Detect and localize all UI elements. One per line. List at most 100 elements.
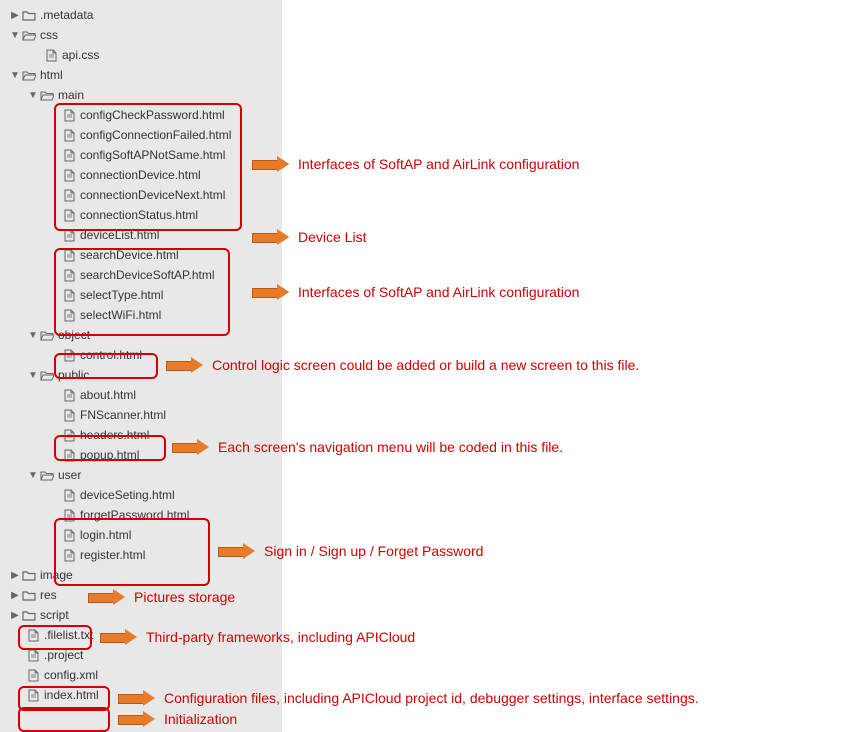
file-icon bbox=[62, 229, 76, 241]
tree-label: configCheckPassword.html bbox=[80, 108, 225, 122]
chevron-down-icon: ▼ bbox=[28, 330, 38, 341]
tree-label: selectType.html bbox=[80, 288, 163, 302]
tree-item-file[interactable]: api.css bbox=[0, 45, 282, 65]
tree-label: searchDevice.html bbox=[80, 248, 179, 262]
folder-open-icon bbox=[22, 29, 36, 41]
file-icon bbox=[62, 489, 76, 501]
file-icon bbox=[62, 209, 76, 221]
tree-label: configConnectionFailed.html bbox=[80, 128, 231, 142]
chevron-down-icon: ▼ bbox=[28, 90, 38, 101]
file-icon bbox=[26, 649, 40, 661]
tree-label: deviceSeting.html bbox=[80, 488, 175, 502]
tree-item-image[interactable]: ▶ image bbox=[0, 565, 282, 585]
tree-item-file[interactable]: searchDevice.html bbox=[0, 245, 282, 265]
folder-closed-icon bbox=[22, 9, 36, 21]
file-icon bbox=[62, 409, 76, 421]
annotation-text: Each screen's navigation menu will be co… bbox=[218, 439, 563, 455]
tree-label: FNScanner.html bbox=[80, 408, 166, 422]
chevron-down-icon: ▼ bbox=[28, 370, 38, 381]
file-icon bbox=[62, 109, 76, 121]
arrow-icon bbox=[100, 630, 136, 644]
tree-item-file[interactable]: deviceSeting.html bbox=[0, 485, 282, 505]
tree-item-file[interactable]: connectionStatus.html bbox=[0, 205, 282, 225]
tree-label: forgetPassword.html bbox=[80, 508, 189, 522]
annotation: Control logic screen could be added or b… bbox=[166, 357, 639, 373]
file-icon bbox=[62, 309, 76, 321]
tree-label: register.html bbox=[80, 548, 145, 562]
file-icon bbox=[62, 349, 76, 361]
folder-open-icon bbox=[22, 69, 36, 81]
file-icon bbox=[44, 49, 58, 61]
tree-label: api.css bbox=[62, 48, 99, 62]
tree-item-css[interactable]: ▼ css bbox=[0, 25, 282, 45]
tree-item-file[interactable]: connectionDeviceNext.html bbox=[0, 185, 282, 205]
arrow-icon bbox=[252, 157, 288, 171]
annotation: Pictures storage bbox=[88, 589, 235, 605]
tree-label: selectWiFi.html bbox=[80, 308, 161, 322]
folder-open-icon bbox=[40, 89, 54, 101]
tree-item-file[interactable]: selectWiFi.html bbox=[0, 305, 282, 325]
chevron-down-icon: ▼ bbox=[28, 470, 38, 481]
folder-closed-icon bbox=[22, 569, 36, 581]
tree-item-file[interactable]: configCheckPassword.html bbox=[0, 105, 282, 125]
tree-item-user[interactable]: ▼ user bbox=[0, 465, 282, 485]
tree-label: .filelist.txt bbox=[44, 628, 93, 642]
tree-label: login.html bbox=[80, 528, 131, 542]
arrow-icon bbox=[118, 712, 154, 726]
tree-item-file[interactable]: FNScanner.html bbox=[0, 405, 282, 425]
file-icon bbox=[62, 289, 76, 301]
tree-label: headers.html bbox=[80, 428, 149, 442]
tree-label: connectionDeviceNext.html bbox=[80, 188, 225, 202]
tree-item-script[interactable]: ▶ script bbox=[0, 605, 282, 625]
tree-item-main[interactable]: ▼ main bbox=[0, 85, 282, 105]
file-icon bbox=[62, 449, 76, 461]
tree-label: connectionDevice.html bbox=[80, 168, 201, 182]
arrow-icon bbox=[166, 358, 202, 372]
file-icon bbox=[62, 269, 76, 281]
tree-item-file[interactable]: configConnectionFailed.html bbox=[0, 125, 282, 145]
tree-label: res bbox=[40, 588, 57, 602]
annotation: Configuration files, including APICloud … bbox=[118, 690, 699, 706]
folder-open-icon bbox=[40, 469, 54, 481]
tree-label: html bbox=[40, 68, 63, 82]
tree-label: .project bbox=[44, 648, 83, 662]
tree-label: image bbox=[40, 568, 73, 582]
tree-label: .metadata bbox=[40, 8, 93, 22]
annotation-text: Interfaces of SoftAP and AirLink configu… bbox=[298, 156, 579, 172]
tree-label: popup.html bbox=[80, 448, 139, 462]
tree-item-file[interactable]: searchDeviceSoftAP.html bbox=[0, 265, 282, 285]
folder-closed-icon bbox=[22, 609, 36, 621]
annotation-text: Control logic screen could be added or b… bbox=[212, 357, 639, 373]
tree-item-object[interactable]: ▼ object bbox=[0, 325, 282, 345]
file-icon bbox=[62, 549, 76, 561]
tree-item-file[interactable]: connectionDevice.html bbox=[0, 165, 282, 185]
annotation: Interfaces of SoftAP and AirLink configu… bbox=[252, 284, 579, 300]
tree-label: script bbox=[40, 608, 69, 622]
arrow-icon bbox=[172, 440, 208, 454]
annotation-text: Pictures storage bbox=[134, 589, 235, 605]
annotation: Initialization bbox=[118, 711, 237, 727]
file-icon bbox=[62, 389, 76, 401]
arrow-icon bbox=[252, 285, 288, 299]
annotation: Interfaces of SoftAP and AirLink configu… bbox=[252, 156, 579, 172]
tree-item-file[interactable]: deviceList.html bbox=[0, 225, 282, 245]
tree-item-file[interactable]: config.xml bbox=[0, 665, 282, 685]
chevron-down-icon: ▼ bbox=[10, 70, 20, 81]
tree-item-file[interactable]: configSoftAPNotSame.html bbox=[0, 145, 282, 165]
tree-label: main bbox=[58, 88, 84, 102]
tree-item-metadata[interactable]: ▶ .metadata bbox=[0, 5, 282, 25]
file-icon bbox=[62, 529, 76, 541]
tree-label: configSoftAPNotSame.html bbox=[80, 148, 225, 162]
tree-item-file[interactable]: about.html bbox=[0, 385, 282, 405]
chevron-right-icon: ▶ bbox=[10, 10, 20, 21]
arrow-icon bbox=[88, 590, 124, 604]
tree-item-file[interactable]: login.html bbox=[0, 525, 282, 545]
tree-item-file[interactable]: .project bbox=[0, 645, 282, 665]
arrow-icon bbox=[252, 230, 288, 244]
tree-item-file[interactable]: selectType.html bbox=[0, 285, 282, 305]
chevron-down-icon: ▼ bbox=[10, 30, 20, 41]
chevron-right-icon: ▶ bbox=[10, 610, 20, 621]
tree-item-html[interactable]: ▼ html bbox=[0, 65, 282, 85]
file-icon bbox=[26, 689, 40, 701]
tree-item-file[interactable]: forgetPassword.html bbox=[0, 505, 282, 525]
